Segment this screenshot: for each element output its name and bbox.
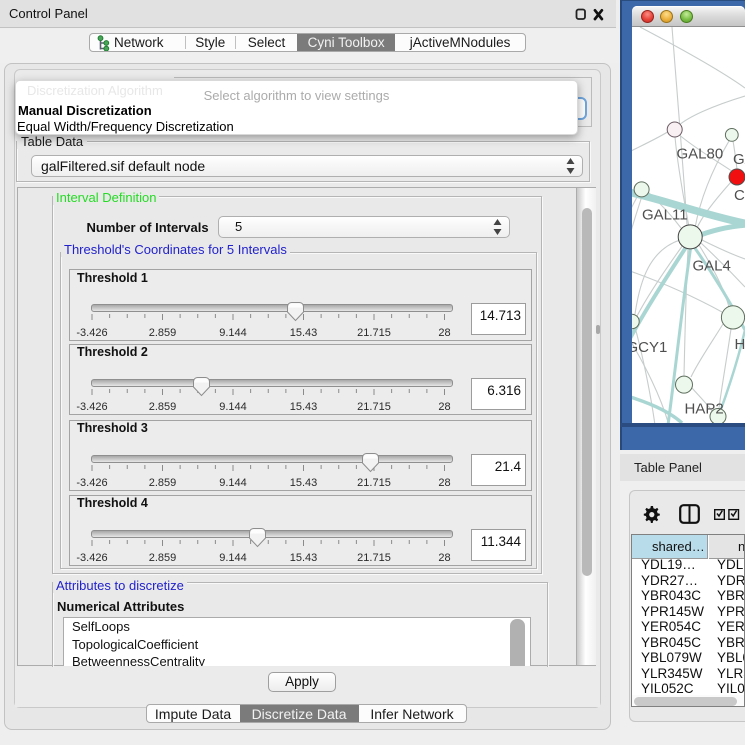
svg-text:GCY1: GCY1: [632, 339, 667, 356]
svg-text:H: H: [735, 336, 745, 353]
svg-text:GAL4: GAL4: [693, 258, 731, 275]
svg-text:HAP2: HAP2: [685, 401, 724, 418]
svg-text:GAL11: GAL11: [642, 207, 688, 224]
svg-text:GAL80: GAL80: [677, 146, 724, 163]
svg-text:CY: CY: [734, 187, 745, 204]
svg-text:GA: GA: [733, 151, 745, 168]
